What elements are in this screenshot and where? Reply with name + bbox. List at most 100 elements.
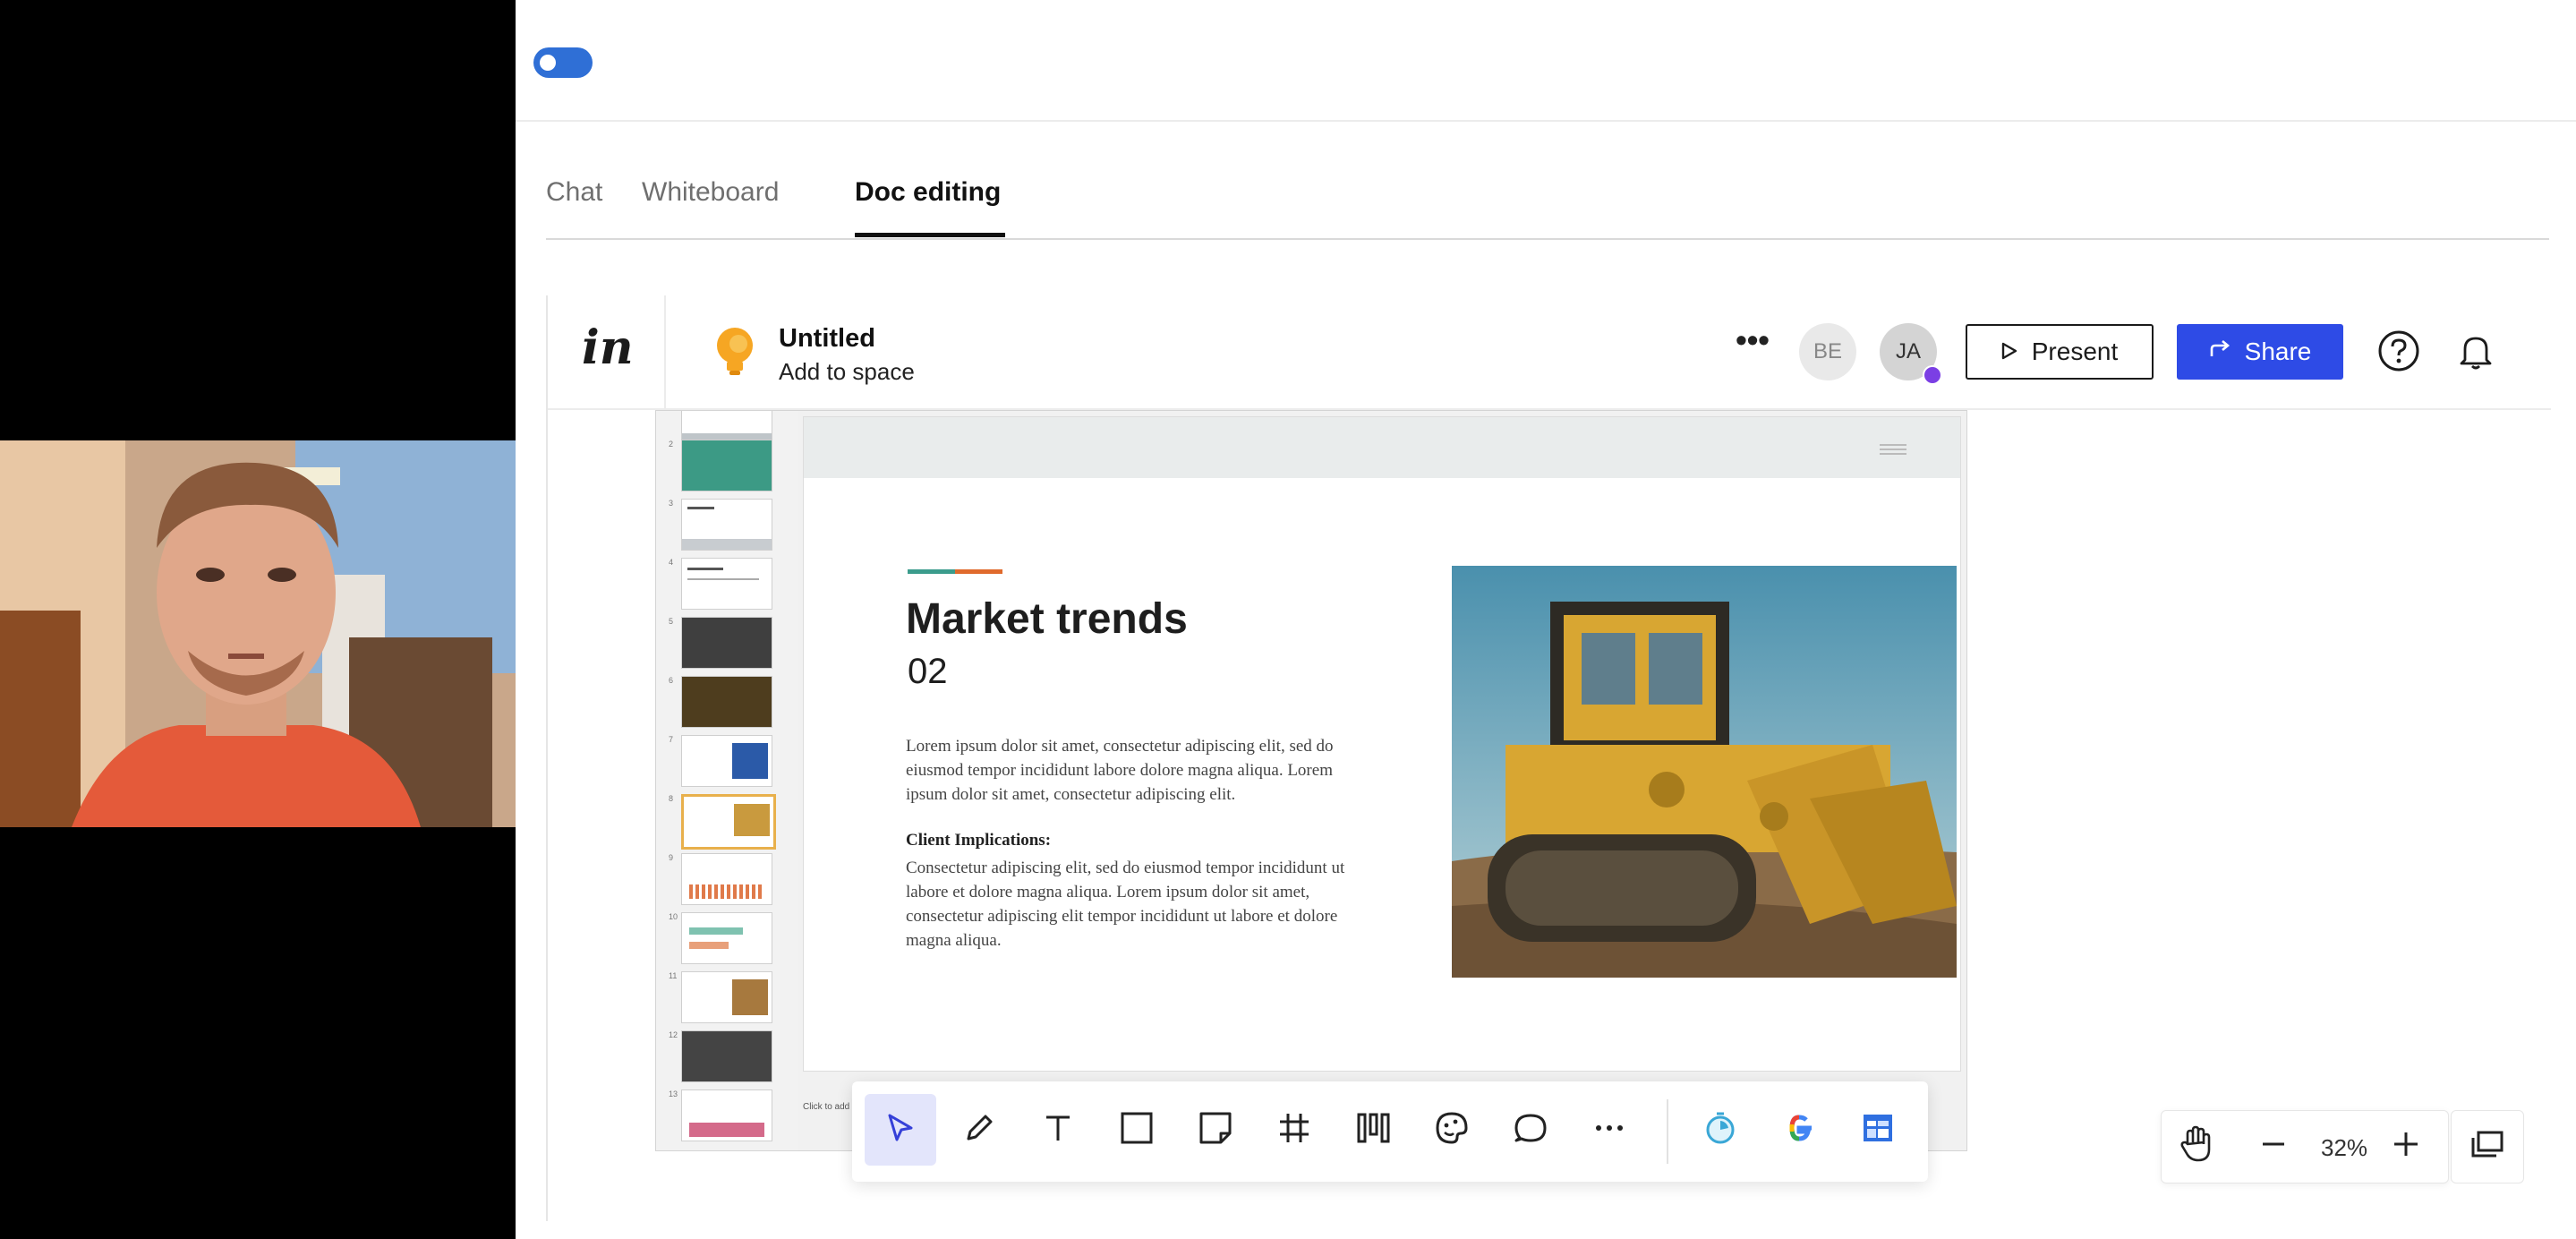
more-options-icon[interactable]: ••• [1729, 322, 1776, 369]
thumbnail-number: 11 [669, 971, 678, 980]
frame-tool[interactable] [1258, 1094, 1330, 1166]
current-slide[interactable]: Market trends 02 Lorem ipsum dolor sit a… [803, 416, 1961, 1072]
panel-toggle[interactable] [533, 47, 593, 78]
hash-icon [1276, 1110, 1312, 1150]
lightbulb-icon [712, 326, 757, 380]
zoom-controls: 32% [2161, 1110, 2449, 1183]
accent-bar [908, 569, 1002, 574]
thumbnail-number: 7 [669, 735, 674, 744]
more-tools-button[interactable] [1574, 1094, 1645, 1166]
video-pane [0, 0, 516, 1239]
zoom-in-button[interactable] [2378, 1118, 2434, 1174]
timer-icon [1702, 1110, 1738, 1150]
app-header: in Untitled Add to space ••• BE JA Prese… [548, 295, 2551, 410]
play-icon [2001, 338, 2017, 366]
slide-thumbnail[interactable] [681, 1030, 772, 1082]
avatar[interactable]: BE [1799, 323, 1856, 380]
bulldozer-image [1452, 566, 1957, 978]
square-icon [1119, 1110, 1155, 1150]
hand-icon [2179, 1124, 2214, 1168]
present-button[interactable]: Present [1966, 324, 2154, 380]
comment-tool[interactable] [1495, 1094, 1566, 1166]
thumbnail-number: 6 [669, 676, 674, 685]
slide-thumbnail[interactable] [681, 676, 772, 728]
slide-thumbnail[interactable] [681, 912, 772, 964]
thumbnail-number: 10 [669, 912, 678, 921]
hand-tool[interactable] [2169, 1118, 2224, 1174]
slide-subheading: Client Implications: [906, 831, 1052, 850]
thumbnail-number: 3 [669, 499, 674, 508]
slide-header-band [804, 417, 1960, 478]
template-integration[interactable] [1842, 1094, 1914, 1166]
sticker-icon [1434, 1110, 1470, 1150]
thumbnail-number: 5 [669, 617, 674, 626]
slide-thumbnail[interactable] [681, 853, 772, 905]
slide-thumbnail[interactable] [681, 1089, 772, 1141]
cursor-icon [883, 1110, 918, 1150]
thumbnail-number: 13 [669, 1089, 678, 1098]
speech-bubble-icon [1513, 1110, 1548, 1150]
timer-tool[interactable] [1685, 1094, 1756, 1166]
slide-number: 02 [908, 652, 948, 691]
share-button[interactable]: Share [2177, 324, 2343, 380]
bell-icon[interactable] [2458, 331, 2494, 375]
thumbnail-number: 2 [669, 440, 674, 449]
pages-button[interactable] [2451, 1110, 2524, 1183]
help-icon[interactable] [2377, 329, 2420, 377]
add-to-space-link[interactable]: Add to space [779, 358, 915, 386]
columns-tool[interactable] [1337, 1094, 1409, 1166]
plus-icon [2392, 1130, 2420, 1163]
present-label: Present [2031, 338, 2119, 365]
divider [664, 295, 666, 408]
whiteboard-toolbar [852, 1081, 1928, 1182]
sticker-tool[interactable] [1416, 1094, 1488, 1166]
invision-logo[interactable]: in [582, 320, 634, 375]
slide-thumbnail[interactable] [681, 971, 772, 1023]
doc-title[interactable]: Untitled [779, 324, 875, 354]
shape-tool[interactable] [1101, 1094, 1173, 1166]
google-integration[interactable] [1763, 1094, 1835, 1166]
slide-title: Market trends [906, 595, 1188, 643]
slide-thumbnail[interactable] [681, 735, 772, 787]
ellipsis-icon [1591, 1110, 1627, 1150]
presence-indicator [1923, 365, 1942, 385]
participant-video [0, 440, 516, 827]
thumbnail-number: 8 [669, 794, 674, 803]
pencil-icon [961, 1110, 997, 1150]
thumbnail-number: 9 [669, 853, 674, 862]
slide-thumbnail[interactable] [681, 440, 772, 491]
tab-whiteboard[interactable]: Whiteboard [642, 177, 779, 208]
tab-chat[interactable]: Chat [546, 177, 602, 208]
share-label: Share [2244, 338, 2312, 365]
thumbnail-number: 4 [669, 558, 674, 567]
active-tab-indicator [855, 233, 1005, 237]
slide-thumbnail[interactable] [681, 617, 772, 669]
zoom-level: 32% [2321, 1134, 2368, 1161]
menu-icon [1880, 444, 1906, 446]
slide-thumbnail[interactable] [681, 499, 772, 551]
slide-thumbnail[interactable] [681, 558, 772, 610]
thumbnail-number: 12 [669, 1030, 678, 1039]
zoom-out-button[interactable] [2246, 1118, 2301, 1174]
text-tool[interactable] [1022, 1094, 1094, 1166]
text-icon [1040, 1110, 1076, 1150]
vertical-ruler [783, 411, 798, 1150]
screens-icon [2469, 1129, 2505, 1166]
toolbar-divider [1667, 1099, 1668, 1164]
columns-icon [1355, 1110, 1391, 1150]
sticky-note-tool[interactable] [1180, 1094, 1251, 1166]
divider [516, 120, 2576, 122]
slide-body-text: Consectetur adipiscing elit, sed do eius… [906, 859, 1345, 950]
pen-tool[interactable] [943, 1094, 1015, 1166]
slide-body-text: Lorem ipsum dolor sit amet, consectetur … [906, 737, 1334, 804]
tab-doc-editing[interactable]: Doc editing [855, 177, 1001, 208]
table-icon [1860, 1110, 1896, 1150]
google-icon [1781, 1110, 1817, 1150]
select-tool[interactable] [865, 1094, 936, 1166]
minus-icon [2260, 1131, 2287, 1162]
sticky-note-icon [1198, 1110, 1233, 1150]
share-icon [2209, 338, 2232, 366]
tab-bar: Chat Whiteboard Doc editing [546, 170, 2549, 240]
slide-thumbnail-selected[interactable] [681, 794, 776, 850]
document-viewer: 2 3 4 5 6 7 8 9 10 11 12 13 Market trend… [655, 410, 1967, 1151]
